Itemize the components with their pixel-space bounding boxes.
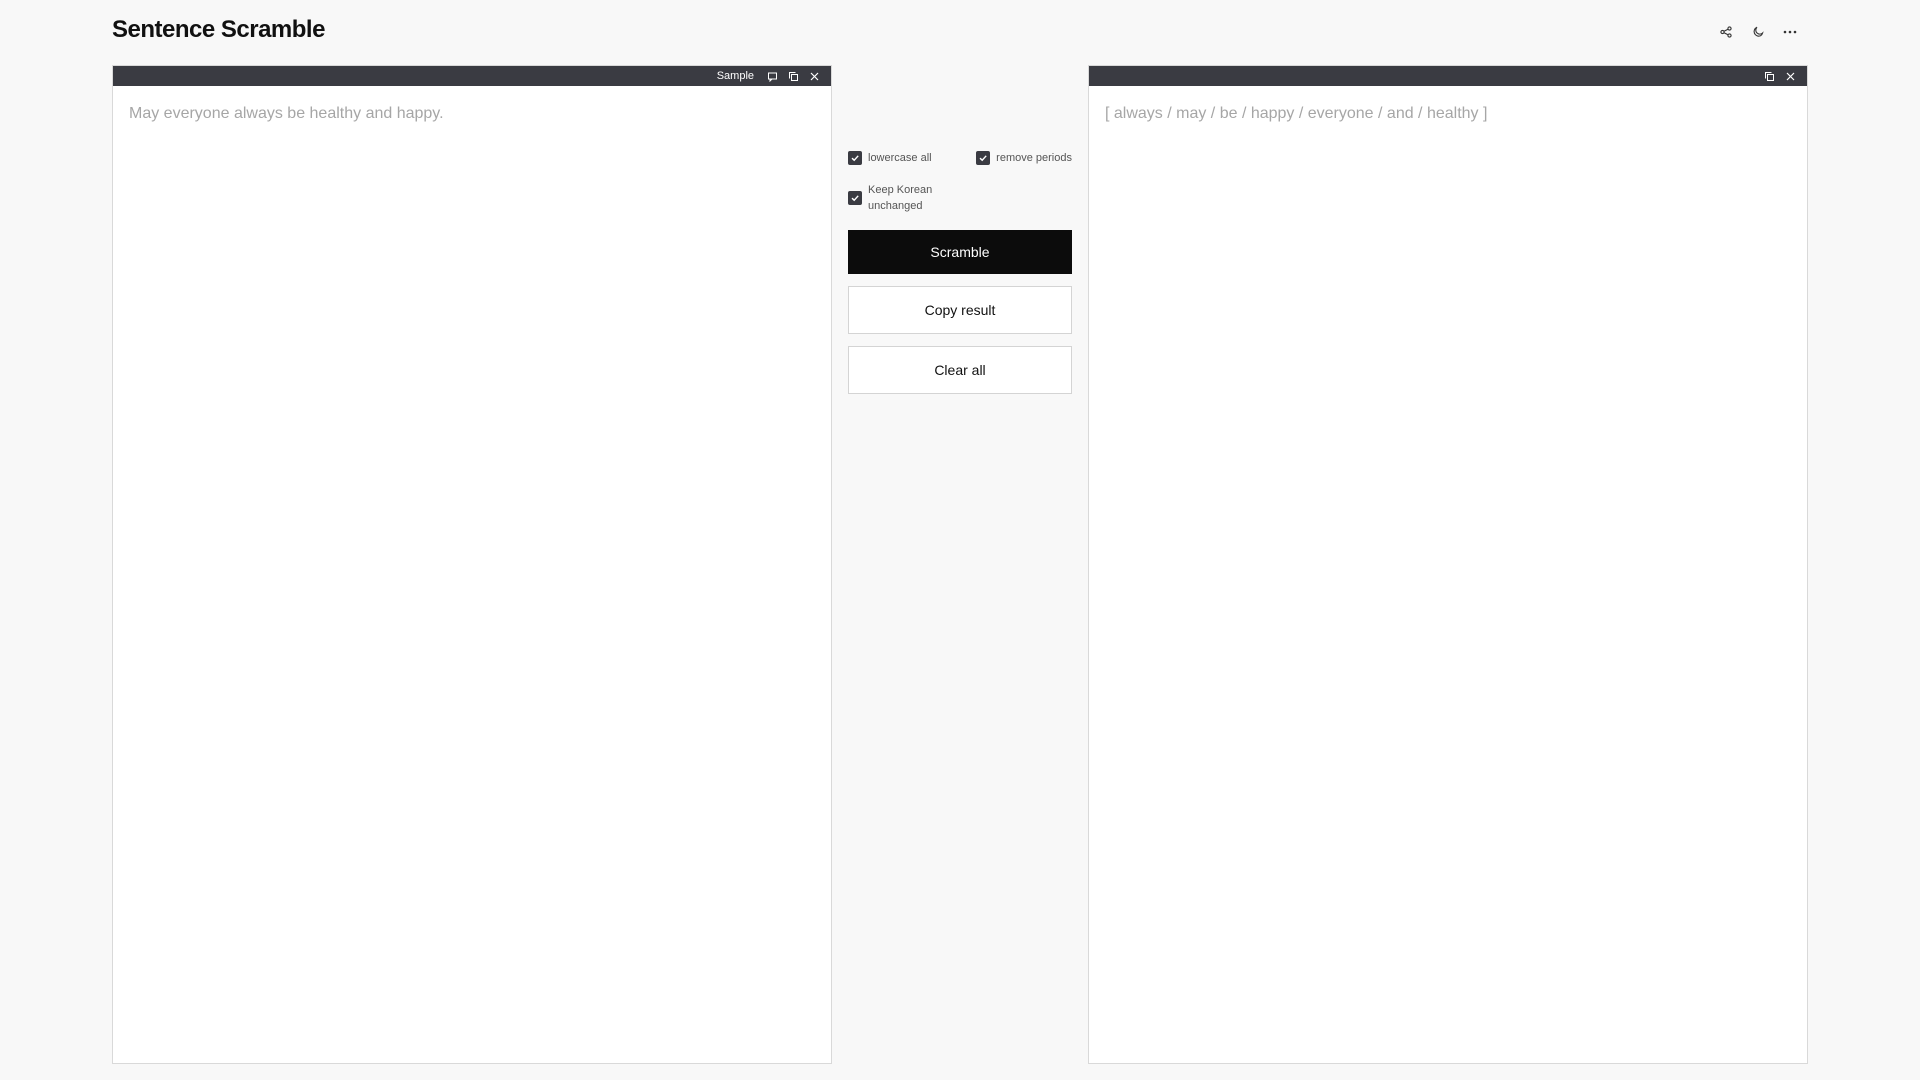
more-icon[interactable] — [1782, 20, 1798, 44]
output-text: [ always / may / be / happy / everyone /… — [1105, 105, 1488, 122]
keep-korean-option[interactable]: Keep Korean unchanged — [848, 182, 932, 214]
close-icon[interactable] — [808, 70, 821, 83]
keep-korean-checkbox[interactable] — [848, 191, 862, 205]
app-title: Sentence Scramble — [112, 16, 325, 43]
moon-icon[interactable] — [1750, 20, 1766, 44]
input-text[interactable]: May everyone always be healthy and happy… — [113, 86, 831, 141]
copy-icon[interactable] — [1763, 70, 1776, 83]
input-panel-toolbar: Sample — [113, 66, 831, 86]
output-panel: [ always / may / be / happy / everyone /… — [1088, 65, 1808, 1064]
options-column: lowercase all remove periods Keep Korean… — [848, 150, 1072, 394]
lowercase-all-option[interactable]: lowercase all — [848, 150, 932, 166]
remove-periods-option[interactable]: remove periods — [976, 150, 1072, 166]
scramble-button[interactable]: Scramble — [848, 230, 1072, 274]
close-icon[interactable] — [1784, 70, 1797, 83]
copy-result-button[interactable]: Copy result — [848, 286, 1072, 334]
lowercase-all-checkbox[interactable] — [848, 151, 862, 165]
input-panel: Sample May everyone always be healthy an… — [112, 65, 832, 1064]
sample-button[interactable]: Sample — [717, 70, 754, 82]
keep-korean-label-line1: Keep Korean — [868, 184, 933, 196]
header-actions — [1718, 20, 1798, 44]
output-panel-toolbar — [1089, 66, 1807, 86]
share-icon[interactable] — [1718, 20, 1734, 44]
keep-korean-label-line2: unchanged — [868, 200, 923, 212]
clear-all-button[interactable]: Clear all — [848, 346, 1072, 394]
copy-icon[interactable] — [787, 70, 800, 83]
keep-korean-label: Keep Korean unchanged — [868, 182, 932, 214]
remove-periods-checkbox[interactable] — [976, 151, 991, 165]
remove-periods-label: remove periods — [996, 152, 1072, 164]
lowercase-all-label: lowercase all — [868, 152, 932, 164]
paste-icon[interactable] — [766, 70, 779, 83]
